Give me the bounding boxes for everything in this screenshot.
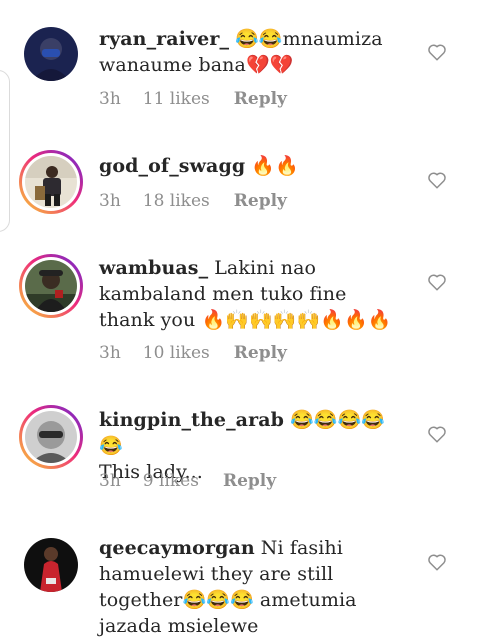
comment-line: together😂😂😂 ametumia bbox=[99, 589, 357, 611]
comment-line: hamuelewi they are still bbox=[99, 563, 334, 585]
comment-meta: 3h 10 likes Reply bbox=[99, 343, 287, 363]
heart-outline-icon[interactable] bbox=[426, 271, 448, 293]
likes-count[interactable]: 11 likes bbox=[143, 89, 210, 109]
side-panel-edge bbox=[0, 70, 10, 232]
comment-line: 😂😂mnaumiza bbox=[235, 28, 383, 50]
comment-line: Lakini nao bbox=[214, 257, 317, 279]
comment-text: ryan_raiver_ 😂😂mnaumiza wanaume bana💔💔 bbox=[99, 26, 399, 78]
comment-line: thank you 🔥🙌🙌🙌🙌🔥🔥🔥 bbox=[99, 309, 392, 331]
comment-meta: 3h 18 likes Reply bbox=[99, 191, 287, 211]
comment-line: jazada msielewe bbox=[99, 615, 259, 637]
comment-username[interactable]: qeecaymorgan bbox=[99, 537, 255, 559]
heart-outline-icon[interactable] bbox=[426, 169, 448, 191]
comment-username[interactable]: ryan_raiver_ bbox=[99, 28, 229, 50]
avatar bbox=[25, 411, 77, 463]
comment-text: qeecaymorgan Ni fasihi hamuelewi they are… bbox=[99, 535, 399, 639]
likes-count[interactable]: 9 likes bbox=[143, 471, 199, 491]
heart-outline-icon[interactable] bbox=[426, 423, 448, 445]
comment-text: god_of_swagg 🔥🔥 bbox=[99, 153, 399, 179]
avatar-story-ring[interactable] bbox=[19, 150, 83, 214]
avatar bbox=[25, 260, 77, 312]
comment-meta: 3h 11 likes Reply bbox=[99, 89, 287, 109]
comment-username[interactable]: kingpin_the_arab bbox=[99, 409, 284, 431]
reply-button[interactable]: Reply bbox=[223, 471, 276, 491]
avatar-border bbox=[22, 153, 80, 211]
comment-meta: 3h 9 likes Reply bbox=[99, 471, 276, 491]
reply-button[interactable]: Reply bbox=[234, 343, 287, 363]
heart-outline-icon[interactable] bbox=[426, 41, 448, 63]
avatar-border bbox=[22, 408, 80, 466]
comment-username[interactable]: wambuas_ bbox=[99, 257, 208, 279]
avatar bbox=[25, 156, 77, 208]
likes-count[interactable]: 18 likes bbox=[143, 191, 210, 211]
comment-line: 🔥🔥 bbox=[251, 155, 299, 177]
comment-username[interactable]: god_of_swagg bbox=[99, 155, 245, 177]
heart-outline-icon[interactable] bbox=[426, 551, 448, 573]
comment-time: 3h bbox=[99, 89, 121, 109]
comment-line: kambaland men tuko fine bbox=[99, 283, 347, 305]
avatar[interactable] bbox=[24, 27, 78, 81]
avatar[interactable] bbox=[24, 538, 78, 592]
reply-button[interactable]: Reply bbox=[234, 191, 287, 211]
comment-time: 3h bbox=[99, 471, 121, 491]
avatar-story-ring[interactable] bbox=[19, 254, 83, 318]
comment-time: 3h bbox=[99, 343, 121, 363]
likes-count[interactable]: 10 likes bbox=[143, 343, 210, 363]
comment-line: Ni fasihi bbox=[260, 537, 343, 559]
avatar-story-ring[interactable] bbox=[19, 405, 83, 469]
avatar-border bbox=[22, 257, 80, 315]
comment-text: wambuas_ Lakini nao kambaland men tuko fi… bbox=[99, 255, 399, 333]
reply-button[interactable]: Reply bbox=[234, 89, 287, 109]
comment-time: 3h bbox=[99, 191, 121, 211]
comment-line: wanaume bana💔💔 bbox=[99, 54, 294, 76]
